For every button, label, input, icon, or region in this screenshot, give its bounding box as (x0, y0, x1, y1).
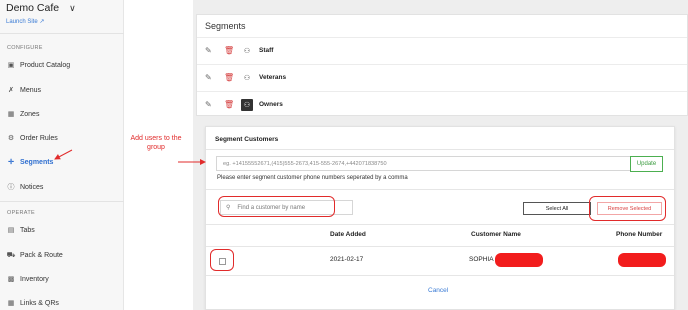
sidebar: Demo Cafe ∨ Launch Site ↗ CONFIGURE ▣ Pr… (0, 0, 124, 310)
divider (206, 275, 674, 276)
qr-icon: ▦ (7, 300, 15, 307)
utensils-icon: ✗ (8, 87, 14, 94)
redaction-mark (618, 253, 666, 267)
divider (206, 246, 674, 247)
sidebar-item-order-rules[interactable]: ⚙ Order Rules (7, 134, 58, 143)
sidebar-item-segments[interactable]: ✛ Segments (7, 158, 53, 167)
chevron-down-icon: ∨ (69, 2, 76, 13)
sidebar-item-links-qrs[interactable]: ▦ Links & QRs (7, 299, 59, 308)
column-header-name: Customer Name (471, 231, 521, 238)
trash-icon[interactable]: 🗑 (224, 100, 234, 109)
segment-name: Staff (259, 47, 274, 54)
trash-icon[interactable]: 🗑 (224, 73, 234, 82)
annotation-circle-search (218, 196, 335, 217)
launch-site-link[interactable]: Launch Site ↗ (6, 18, 44, 25)
segment-row: ✎ 🗑 ⚇ Veterans (197, 64, 687, 90)
book-icon: ▣ (7, 62, 15, 69)
segments-icon: ✛ (8, 159, 14, 166)
helper-text: Please enter segment customer phone numb… (217, 175, 408, 181)
zones-icon: ▦ (7, 111, 15, 118)
sidebar-item-tabs[interactable]: ▤ Tabs (7, 226, 35, 235)
cancel-link[interactable]: Cancel (428, 287, 448, 294)
divider (0, 201, 124, 202)
annotation-circle-checkbox (210, 249, 234, 271)
sidebar-item-inventory[interactable]: ▩ Inventory (7, 275, 49, 284)
trash-icon[interactable]: 🗑 (224, 46, 234, 55)
brand-name: Demo Cafe (6, 2, 60, 14)
segments-card: Segments ✎ 🗑 ⚇ Staff ✎ 🗑 ⚇ Veterans ✎ 🗑 … (196, 14, 688, 116)
column-header-date: Date Added (330, 231, 366, 238)
page-title: Segments (205, 21, 246, 31)
edit-icon[interactable]: ✎ (205, 73, 212, 82)
redaction-mark (495, 253, 543, 267)
group-icon[interactable]: ⚇ (241, 45, 253, 57)
divider (206, 189, 674, 190)
inventory-icon: ▩ (7, 276, 15, 283)
sidebar-item-notices[interactable]: ⓘ Notices (7, 183, 44, 192)
segment-name: Owners (259, 101, 283, 108)
cell-date: 2021-02-17 (330, 256, 364, 263)
group-icon[interactable]: ⚇ (241, 98, 253, 111)
notice-icon: ⓘ (7, 184, 15, 191)
edit-icon[interactable]: ✎ (205, 46, 212, 55)
edit-icon[interactable]: ✎ (205, 100, 212, 109)
sidebar-item-pack-route[interactable]: ⛟ Pack & Route (7, 251, 63, 259)
segment-row: ✎ 🗑 ⚇ Staff (197, 37, 687, 63)
divider (206, 149, 674, 150)
phone-numbers-input[interactable]: eg. +14155552671,(415)555-2673,415-555-2… (216, 156, 632, 171)
segment-row: ✎ 🗑 ⚇ Owners (197, 91, 687, 117)
annotation-text: Add users to the group (130, 135, 182, 151)
sidebar-item-product-catalog[interactable]: ▣ Product Catalog (7, 61, 71, 70)
divider (206, 224, 674, 225)
modal-title: Segment Customers (215, 136, 279, 143)
rules-icon: ⚙ (7, 135, 15, 142)
divider (0, 33, 124, 34)
group-icon[interactable]: ⚇ (241, 72, 253, 84)
section-label-operate: OPERATE (7, 210, 35, 216)
section-label-configure: CONFIGURE (7, 45, 43, 51)
column-header-phone: Phone Number (616, 231, 663, 238)
external-link-icon: ↗ (39, 19, 45, 25)
update-button[interactable]: Update (630, 156, 663, 172)
brand-selector[interactable]: Demo Cafe ∨ (6, 2, 76, 14)
tabs-icon: ▤ (7, 227, 15, 234)
select-all-button[interactable]: Select All (523, 202, 591, 215)
annotation-circle-remove (589, 196, 666, 221)
sidebar-item-menus[interactable]: ✗ Menus (7, 86, 41, 95)
cell-customer-name: SOPHIA (469, 256, 494, 263)
segment-name: Veterans (259, 74, 287, 81)
sidebar-item-zones[interactable]: ▦ Zones (7, 110, 40, 119)
route-icon: ⛟ (6, 251, 16, 259)
